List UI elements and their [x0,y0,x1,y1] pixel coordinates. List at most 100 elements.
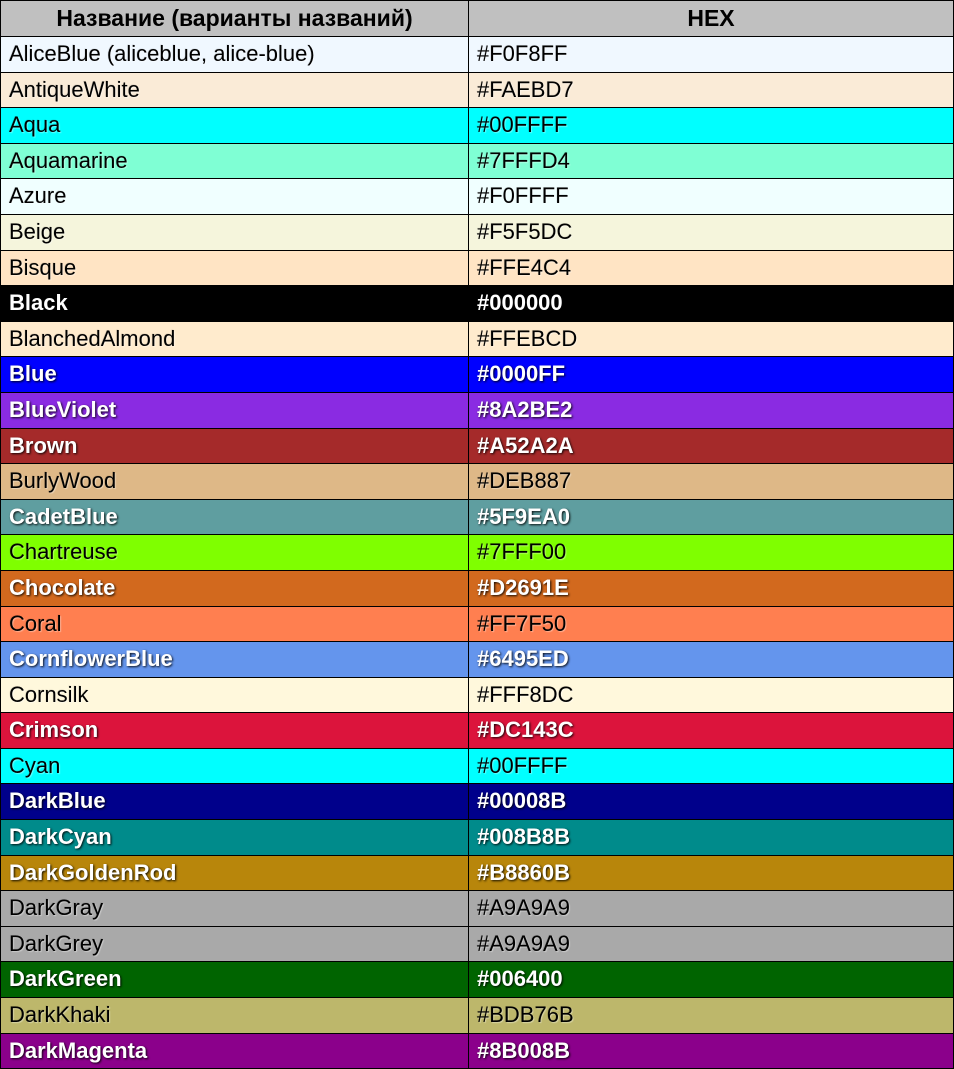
color-name-cell: DarkGray [1,891,469,927]
color-name-cell: Brown [1,428,469,464]
color-hex: #DEB887 [477,468,571,493]
color-name: BurlyWood [9,468,116,493]
color-hex: #FFEBCD [477,326,577,351]
color-hex: #FFE4C4 [477,255,571,280]
color-hex-cell: #008B8B [469,820,954,856]
color-name-cell: Blue [1,357,469,393]
color-hex-cell: #000000 [469,286,954,322]
color-hex-cell: #F5F5DC [469,214,954,250]
table-row: CornflowerBlue #6495ED [1,642,954,678]
color-name-cell: DarkMagenta [1,1033,469,1069]
color-hex-cell: #D2691E [469,570,954,606]
color-name: Cornsilk [9,682,88,707]
color-hex-cell: #006400 [469,962,954,998]
color-hex-cell: #00FFFF [469,748,954,784]
table-row: Chartreuse #7FFF00 [1,535,954,571]
color-name-cell: Crimson [1,713,469,749]
color-name: DarkGray [9,895,103,920]
color-name-cell: DarkKhaki [1,998,469,1034]
table-row: DarkKhaki #BDB76B [1,998,954,1034]
color-name: Chartreuse [9,539,118,564]
color-name: DarkGrey [9,931,103,956]
color-name: DarkKhaki [9,1002,110,1027]
table-row: BlueViolet #8A2BE2 [1,392,954,428]
table-row: Cyan #00FFFF [1,748,954,784]
color-hex: #D2691E [477,575,569,600]
color-hex-cell: #F0FFFF [469,179,954,215]
table-header-row: Название (варианты названий) HEX [1,1,954,37]
color-name-cell: Chocolate [1,570,469,606]
color-hex-cell: #FF7F50 [469,606,954,642]
color-hex: #00008B [477,788,566,813]
color-name: Aquamarine [9,148,128,173]
color-hex: #8A2BE2 [477,397,572,422]
table-row: CadetBlue#5F9EA0 [1,499,954,535]
table-row: AliceBlue (aliceblue, alice-blue) #F0F8FF [1,37,954,73]
color-hex: #FAEBD7 [477,77,574,102]
color-name-cell: Azure [1,179,469,215]
color-table: Название (варианты названий) HEX AliceBl… [0,0,954,1069]
color-hex: #7FFFD4 [477,148,570,173]
color-hex-cell: #A9A9A9 [469,891,954,927]
color-hex-cell: #F0F8FF [469,37,954,73]
color-hex: #6495ED [477,646,569,671]
table-row: DarkGray #A9A9A9 [1,891,954,927]
color-name: Crimson [9,717,98,742]
color-name: DarkBlue [9,788,106,813]
color-hex-cell: #FAEBD7 [469,72,954,108]
color-name-cell: AliceBlue (aliceblue, alice-blue) [1,37,469,73]
color-name: Coral [9,611,62,636]
color-name: DarkCyan [9,824,112,849]
color-name-cell: Coral [1,606,469,642]
color-hex: #00FFFF [477,753,567,778]
table-row: Crimson#DC143C [1,713,954,749]
color-hex-cell: #8A2BE2 [469,392,954,428]
table-row: Beige #F5F5DC [1,214,954,250]
table-row: DarkGoldenRod#B8860B [1,855,954,891]
color-hex: #006400 [477,966,563,991]
header-hex: HEX [469,1,954,37]
color-name-cell: DarkGreen [1,962,469,998]
table-row: Blue #0000FF [1,357,954,393]
color-name-cell: Cyan [1,748,469,784]
table-row: Aqua #00FFFF [1,108,954,144]
color-name: CadetBlue [9,504,118,529]
color-name: Aqua [9,112,60,137]
color-hex-cell: #0000FF [469,357,954,393]
color-hex-cell: #FFEBCD [469,321,954,357]
color-hex: #A52A2A [477,433,574,458]
color-name-cell: Cornsilk [1,677,469,713]
color-hex: #00FFFF [477,112,567,137]
color-hex-cell: #A9A9A9 [469,926,954,962]
table-row: Cornsilk#FFF8DC [1,677,954,713]
table-row: Coral #FF7F50 [1,606,954,642]
table-row: Brown #A52A2A [1,428,954,464]
color-hex-cell: #8B008B [469,1033,954,1069]
color-name: BlanchedAlmond [9,326,175,351]
color-hex: #FF7F50 [477,611,566,636]
table-row: Aquamarine #7FFFD4 [1,143,954,179]
table-row: Azure #F0FFFF [1,179,954,215]
color-name: Blue [9,361,57,386]
color-name-cell: AntiqueWhite [1,72,469,108]
color-name-cell: Aquamarine [1,143,469,179]
color-name-cell: Beige [1,214,469,250]
color-hex-cell: #DEB887 [469,464,954,500]
color-hex-cell: #7FFF00 [469,535,954,571]
header-name: Название (варианты названий) [1,1,469,37]
color-hex-cell: #7FFFD4 [469,143,954,179]
color-hex: #000000 [477,290,563,315]
table-row: BurlyWood #DEB887 [1,464,954,500]
color-name: BlueViolet [9,397,116,422]
color-hex-cell: #00FFFF [469,108,954,144]
color-name-cell: BlueViolet [1,392,469,428]
color-name: DarkGoldenRod [9,860,176,885]
color-name: Beige [9,219,65,244]
color-hex: #7FFF00 [477,539,566,564]
color-hex-cell: #BDB76B [469,998,954,1034]
color-name: CornflowerBlue [9,646,173,671]
table-row: DarkGrey #A9A9A9 [1,926,954,962]
color-hex: #F0F8FF [477,41,567,66]
color-hex: #F0FFFF [477,183,569,208]
color-name-cell: Chartreuse [1,535,469,571]
